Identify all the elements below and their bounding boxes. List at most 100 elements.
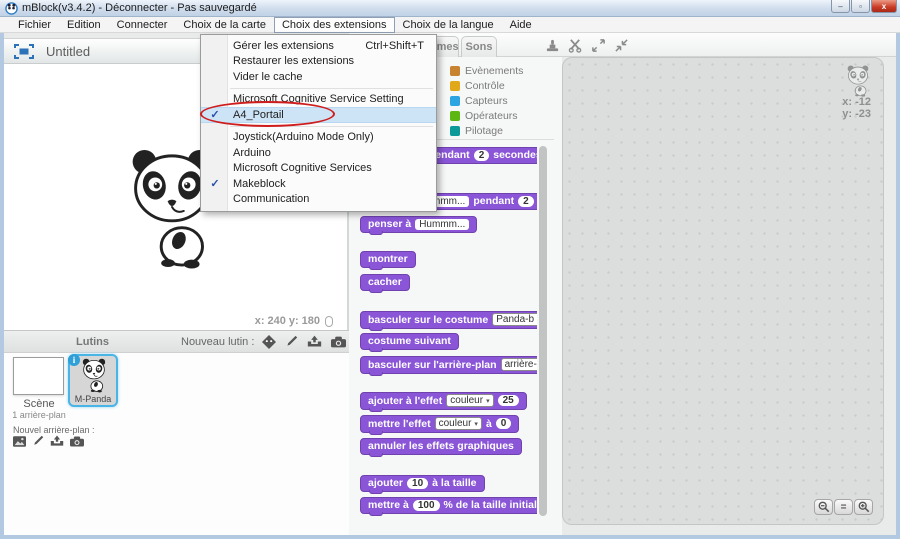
palette-block[interactable]: ajouter10à la taille xyxy=(360,475,485,492)
block-number-field[interactable]: 0 xyxy=(496,418,512,429)
sprite-x-coordinate: x: -12 xyxy=(842,96,871,108)
palette-block[interactable]: penser àHummm... xyxy=(360,216,477,233)
menu-choix-des-extensions[interactable]: Choix des extensions xyxy=(274,17,395,33)
maximize-button[interactable]: ▫ xyxy=(851,0,870,13)
block-label: à xyxy=(486,418,492,430)
menu-item-arduino[interactable]: Arduino xyxy=(201,145,436,161)
backdrop-count: 1 arrière-plan xyxy=(4,410,74,420)
palette-block[interactable]: mettre l'effetcouleur▾à0 xyxy=(360,415,519,433)
project-title[interactable]: Untitled xyxy=(46,44,90,59)
menu-item-restaurer-les-extensions[interactable]: Restaurer les extensions xyxy=(201,54,436,70)
category-contrôle[interactable]: Contrôle xyxy=(450,78,523,93)
scissors-delete-icon[interactable] xyxy=(568,38,583,53)
new-sprite-label: Nouveau lutin : xyxy=(181,336,254,348)
block-label: costume suivant xyxy=(368,335,451,347)
block-label: montrer xyxy=(368,253,408,265)
upload-backdrop-icon[interactable] xyxy=(50,435,64,447)
palette-block[interactable]: mettre à 100 % de la taille initiale xyxy=(360,497,537,514)
block-dropdown[interactable]: couleur▾ xyxy=(435,417,482,430)
script-area[interactable]: x: -12 y: -23 = xyxy=(562,57,884,525)
block-number-field[interactable]: 2 xyxy=(474,150,490,161)
block-label: pendant xyxy=(473,195,514,207)
block-text-field[interactable]: Hummm... xyxy=(415,219,469,230)
palette-block[interactable]: montrer xyxy=(360,251,416,268)
grow-sprite-icon[interactable] xyxy=(591,38,606,53)
menu-item-label: Communication xyxy=(233,193,309,205)
tab-sons[interactable]: Sons xyxy=(461,36,497,57)
mblock-window: mBlock(v3.4.2) - Déconnecter - Pas sauve… xyxy=(0,0,900,539)
block-label: ajouter xyxy=(368,477,403,489)
palette-block[interactable]: ajouter à l'effet couleur▾ 25 xyxy=(360,392,527,410)
camera-icon[interactable] xyxy=(331,336,346,348)
window-border xyxy=(896,33,900,539)
sprite-tile-m-panda[interactable]: i M-Panda xyxy=(68,354,118,407)
menu-item-makeblock[interactable]: ✓Makeblock xyxy=(201,176,436,192)
block-label: cacher xyxy=(368,276,402,288)
backdrop-library-icon[interactable] xyxy=(13,436,26,447)
block-label: mettre à xyxy=(368,499,409,511)
palette-scrollbar[interactable] xyxy=(539,146,547,516)
sprite-pane: Scène 1 arrière-plan Nouvel arrière-plan… xyxy=(4,353,349,535)
stage-thumbnail[interactable] xyxy=(13,357,64,395)
zoom-reset-button[interactable]: = xyxy=(834,499,853,515)
category-label: Capteurs xyxy=(465,95,508,107)
category-label: Evènements xyxy=(465,65,523,77)
category-evènements[interactable]: Evènements xyxy=(450,63,523,78)
shrink-sprite-icon[interactable] xyxy=(614,38,629,53)
magnifier-minus-icon xyxy=(818,501,830,513)
new-sprite-library-icon[interactable] xyxy=(262,335,276,349)
sprite-name: M-Panda xyxy=(70,394,116,404)
block-dropdown[interactable]: Panda-b▾ xyxy=(492,313,537,326)
palette-block[interactable]: annuler les effets graphiques xyxy=(360,438,522,455)
chevron-down-icon: ▾ xyxy=(486,397,490,405)
zoom-out-button[interactable] xyxy=(814,499,833,515)
sprite-thumbnail xyxy=(80,358,108,393)
category-color-swatch xyxy=(450,126,460,136)
block-number-field[interactable]: 2 xyxy=(518,196,534,207)
sprite-info-icon[interactable]: i xyxy=(68,354,80,366)
block-label: % de la taille initiale xyxy=(444,499,537,511)
stage-name[interactable]: Scène xyxy=(4,398,74,410)
block-number-field[interactable]: 100 xyxy=(413,500,440,511)
category-color-swatch xyxy=(450,111,460,121)
block-number-field[interactable]: 10 xyxy=(407,478,428,489)
menu-choix-de-la-langue[interactable]: Choix de la langue xyxy=(395,17,502,33)
menu-aide[interactable]: Aide xyxy=(502,17,540,33)
menu-item-vider-le-cache[interactable]: Vider le cache xyxy=(201,69,436,85)
block-label: ajouter à l'effet xyxy=(368,395,442,407)
minimize-button[interactable]: – xyxy=(831,0,850,13)
menu-shortcut: Ctrl+Shift+T xyxy=(365,40,424,52)
menu-edition[interactable]: Edition xyxy=(59,17,109,33)
zoom-in-button[interactable] xyxy=(854,499,873,515)
red-annotation-oval xyxy=(200,101,335,127)
window-border xyxy=(0,33,4,539)
menu-item-communication[interactable]: Communication xyxy=(201,192,436,208)
palette-block[interactable]: basculer sur le costumePanda-b▾ xyxy=(360,311,537,329)
menu-item-g-rer-les-extensions[interactable]: Gérer les extensionsCtrl+Shift+T xyxy=(201,38,436,54)
camera-icon[interactable] xyxy=(70,436,84,447)
category-capteurs[interactable]: Capteurs xyxy=(450,93,523,108)
menu-item-joystick-arduino-mode-only-[interactable]: Joystick(Arduino Mode Only) xyxy=(201,130,436,146)
menu-item-label: Vider le cache xyxy=(233,71,303,83)
menu-connecter[interactable]: Connecter xyxy=(109,17,176,33)
menu-item-label: Joystick(Arduino Mode Only) xyxy=(233,131,374,143)
category-pilotage[interactable]: Pilotage xyxy=(450,123,523,138)
fullscreen-icon[interactable] xyxy=(14,44,34,59)
paintbrush-icon[interactable] xyxy=(285,335,298,348)
block-dropdown[interactable]: couleur▾ xyxy=(446,394,493,407)
palette-block[interactable]: costume suivant xyxy=(360,333,459,350)
stamp-duplicate-icon[interactable] xyxy=(545,38,560,53)
menu-choix-de-la-carte[interactable]: Choix de la carte xyxy=(175,17,274,33)
category-opérateurs[interactable]: Opérateurs xyxy=(450,108,523,123)
upload-sprite-icon[interactable] xyxy=(307,335,322,348)
paintbrush-icon[interactable] xyxy=(32,435,44,447)
palette-block[interactable]: cacher xyxy=(360,274,410,291)
block-number-field[interactable]: 25 xyxy=(498,395,519,406)
palette-block[interactable]: basculer sur l'arrière-planarrière-plan1… xyxy=(360,356,537,374)
close-button[interactable]: x xyxy=(871,0,897,13)
checkmark-icon: ✓ xyxy=(208,177,222,190)
block-dropdown[interactable]: arrière-plan1▾ xyxy=(501,358,537,371)
title-bar[interactable]: mBlock(v3.4.2) - Déconnecter - Pas sauve… xyxy=(0,0,900,17)
menu-item-microsoft-cognitive-services[interactable]: Microsoft Cognitive Services xyxy=(201,161,436,177)
menu-fichier[interactable]: Fichier xyxy=(10,17,59,33)
